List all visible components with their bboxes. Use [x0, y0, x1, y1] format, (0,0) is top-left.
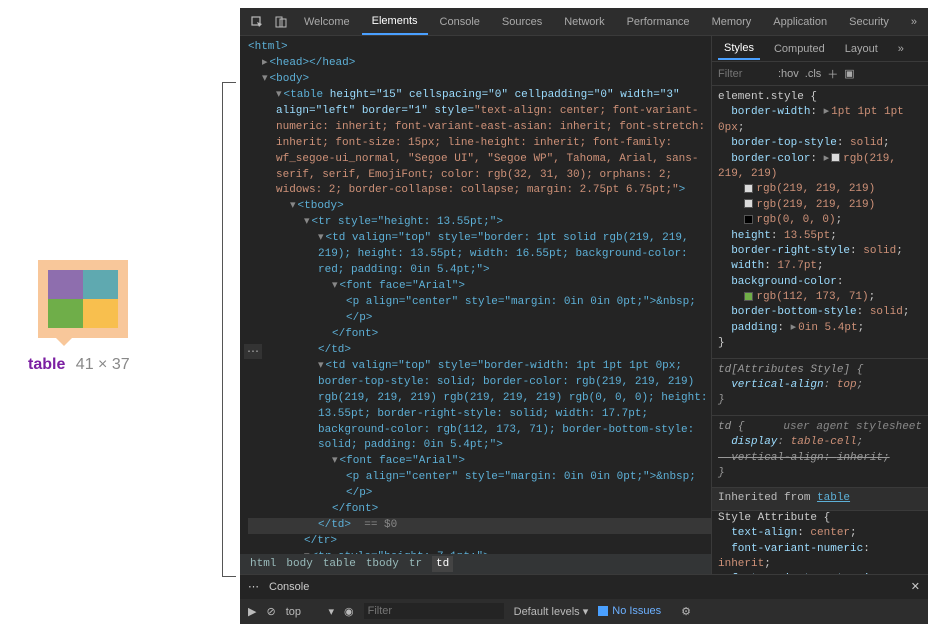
color-swatch-icon[interactable]: [831, 153, 840, 162]
color-swatch-icon[interactable]: [744, 292, 753, 301]
gear-icon[interactable]: ⚙: [931, 11, 936, 33]
node-p[interactable]: <p align="center" style="margin: 0in 0in…: [346, 296, 696, 324]
tab-console[interactable]: Console: [430, 10, 490, 34]
console-drawer: ⋯ Console ✕ ▶ ⊘ top ▾ ◉ Default levels ▾…: [240, 574, 928, 624]
live-expression-icon[interactable]: ◉: [344, 605, 354, 618]
device-toolbar-icon[interactable]: [270, 12, 292, 32]
inherited-from-header: Inherited from table: [712, 487, 928, 510]
subtab-layout[interactable]: Layout: [839, 39, 884, 59]
tooltip-dimensions: 41 × 37: [76, 356, 130, 373]
styles-rules[interactable]: element.style { border-width: 1pt 1pt 1p…: [712, 86, 928, 574]
dom-tree-content[interactable]: <html> ▸<head></head> ▾<body> ▾<table he…: [240, 36, 711, 554]
color-swatch-icon[interactable]: [744, 215, 753, 224]
cell-preview: [83, 299, 118, 328]
breadcrumb-item[interactable]: html: [250, 558, 276, 570]
tab-security[interactable]: Security: [839, 10, 899, 34]
subtab-styles[interactable]: Styles: [718, 38, 760, 60]
annotation-bracket: [222, 82, 236, 577]
tab-memory[interactable]: Memory: [702, 10, 762, 34]
context-selector[interactable]: top ▾: [286, 605, 334, 618]
cls-toggle[interactable]: .cls: [805, 68, 822, 80]
selected-node[interactable]: </td> == $0: [248, 518, 711, 534]
tab-welcome[interactable]: Welcome: [294, 10, 360, 34]
node-td[interactable]: ▾<td valign="top" style="border-width: 1…: [248, 359, 711, 455]
elements-dom-tree: <html> ▸<head></head> ▾<body> ▾<table he…: [240, 36, 711, 574]
gutter-overflow-icon[interactable]: ⋯: [244, 344, 262, 359]
clear-console-icon[interactable]: ⊘: [266, 605, 275, 618]
devtools-window: Welcome Elements Console Sources Network…: [240, 8, 928, 624]
breadcrumb-item[interactable]: table: [323, 558, 356, 570]
node-font-close[interactable]: </font>: [332, 503, 378, 515]
styles-filter-bar: :hov .cls ＋ ▣: [712, 62, 928, 86]
color-swatch-icon[interactable]: [744, 199, 753, 208]
node-body[interactable]: <body>: [270, 73, 310, 85]
tooltip-tagname: table: [28, 356, 65, 373]
inspected-element-thumbnail: [38, 260, 128, 338]
subtab-computed[interactable]: Computed: [768, 39, 831, 59]
breadcrumb: html body table tbody tr td: [240, 554, 711, 574]
rule-selector[interactable]: td[Attributes Style] {: [718, 363, 922, 378]
tabs-overflow[interactable]: »: [901, 10, 927, 34]
node-font-close[interactable]: </font>: [332, 328, 378, 340]
console-filter-input[interactable]: [364, 603, 504, 619]
styles-pane: Styles Computed Layout » :hov .cls ＋ ▣ e…: [711, 36, 928, 574]
node-font[interactable]: <font face="Arial">: [340, 455, 465, 467]
node-font[interactable]: <font face="Arial">: [340, 280, 465, 292]
color-swatch-icon[interactable]: [744, 184, 753, 193]
hov-toggle[interactable]: :hov: [778, 68, 799, 80]
breadcrumb-item-selected[interactable]: td: [432, 556, 453, 572]
cell-preview: [48, 270, 83, 299]
inspect-tooltip: table 41 × 37: [28, 356, 210, 374]
main-tabbar: Welcome Elements Console Sources Network…: [240, 8, 928, 36]
inspect-element-icon[interactable]: [246, 12, 268, 32]
node-p[interactable]: <p align="center" style="margin: 0in 0in…: [346, 471, 696, 499]
styles-filter-input[interactable]: [718, 68, 772, 80]
node-head[interactable]: <head></head>: [270, 57, 356, 69]
console-toolbar: ▶ ⊘ top ▾ ◉ Default levels ▾ No Issues ⚙: [240, 599, 928, 624]
subtab-overflow[interactable]: »: [892, 39, 910, 59]
cell-preview: [48, 299, 83, 328]
breadcrumb-item[interactable]: body: [286, 558, 312, 570]
node-tbody[interactable]: <tbody>: [298, 200, 344, 212]
breadcrumb-item[interactable]: tr: [409, 558, 422, 570]
new-style-rule-icon[interactable]: ＋: [827, 66, 838, 82]
node-table[interactable]: ▾<table height="15" cellspacing="0" cell…: [248, 88, 711, 200]
console-sidebar-toggle-icon[interactable]: ▶: [248, 605, 256, 618]
computed-styles-icon[interactable]: ▣: [844, 67, 854, 80]
rule-selector[interactable]: td {user agent stylesheet: [718, 420, 922, 435]
tab-network[interactable]: Network: [554, 10, 614, 34]
styles-subtabs: Styles Computed Layout »: [712, 36, 928, 62]
close-drawer-icon[interactable]: ✕: [911, 580, 920, 593]
tab-sources[interactable]: Sources: [492, 10, 552, 34]
tab-performance[interactable]: Performance: [617, 10, 700, 34]
rule-selector[interactable]: Style Attribute {: [718, 511, 922, 526]
node-html[interactable]: <html>: [248, 41, 288, 53]
drawer-menu-icon[interactable]: ⋯: [248, 580, 259, 593]
console-settings-icon[interactable]: ⚙: [681, 605, 691, 618]
node-tr-close[interactable]: </tr>: [304, 535, 337, 547]
cell-preview: [83, 270, 118, 299]
node-td-close[interactable]: </td>: [318, 344, 351, 356]
node-tr[interactable]: <tr style="height: 13.55pt;">: [312, 216, 503, 228]
breadcrumb-item[interactable]: tbody: [366, 558, 399, 570]
rule-selector[interactable]: element.style {: [718, 90, 922, 105]
log-levels-selector[interactable]: Default levels ▾: [514, 605, 589, 618]
tab-elements[interactable]: Elements: [362, 9, 428, 35]
tab-application[interactable]: Application: [763, 10, 837, 34]
issues-indicator[interactable]: No Issues: [598, 605, 661, 617]
node-td[interactable]: ▾<td valign="top" style="border: 1pt sol…: [248, 231, 711, 279]
drawer-tab-console[interactable]: Console: [269, 581, 309, 593]
